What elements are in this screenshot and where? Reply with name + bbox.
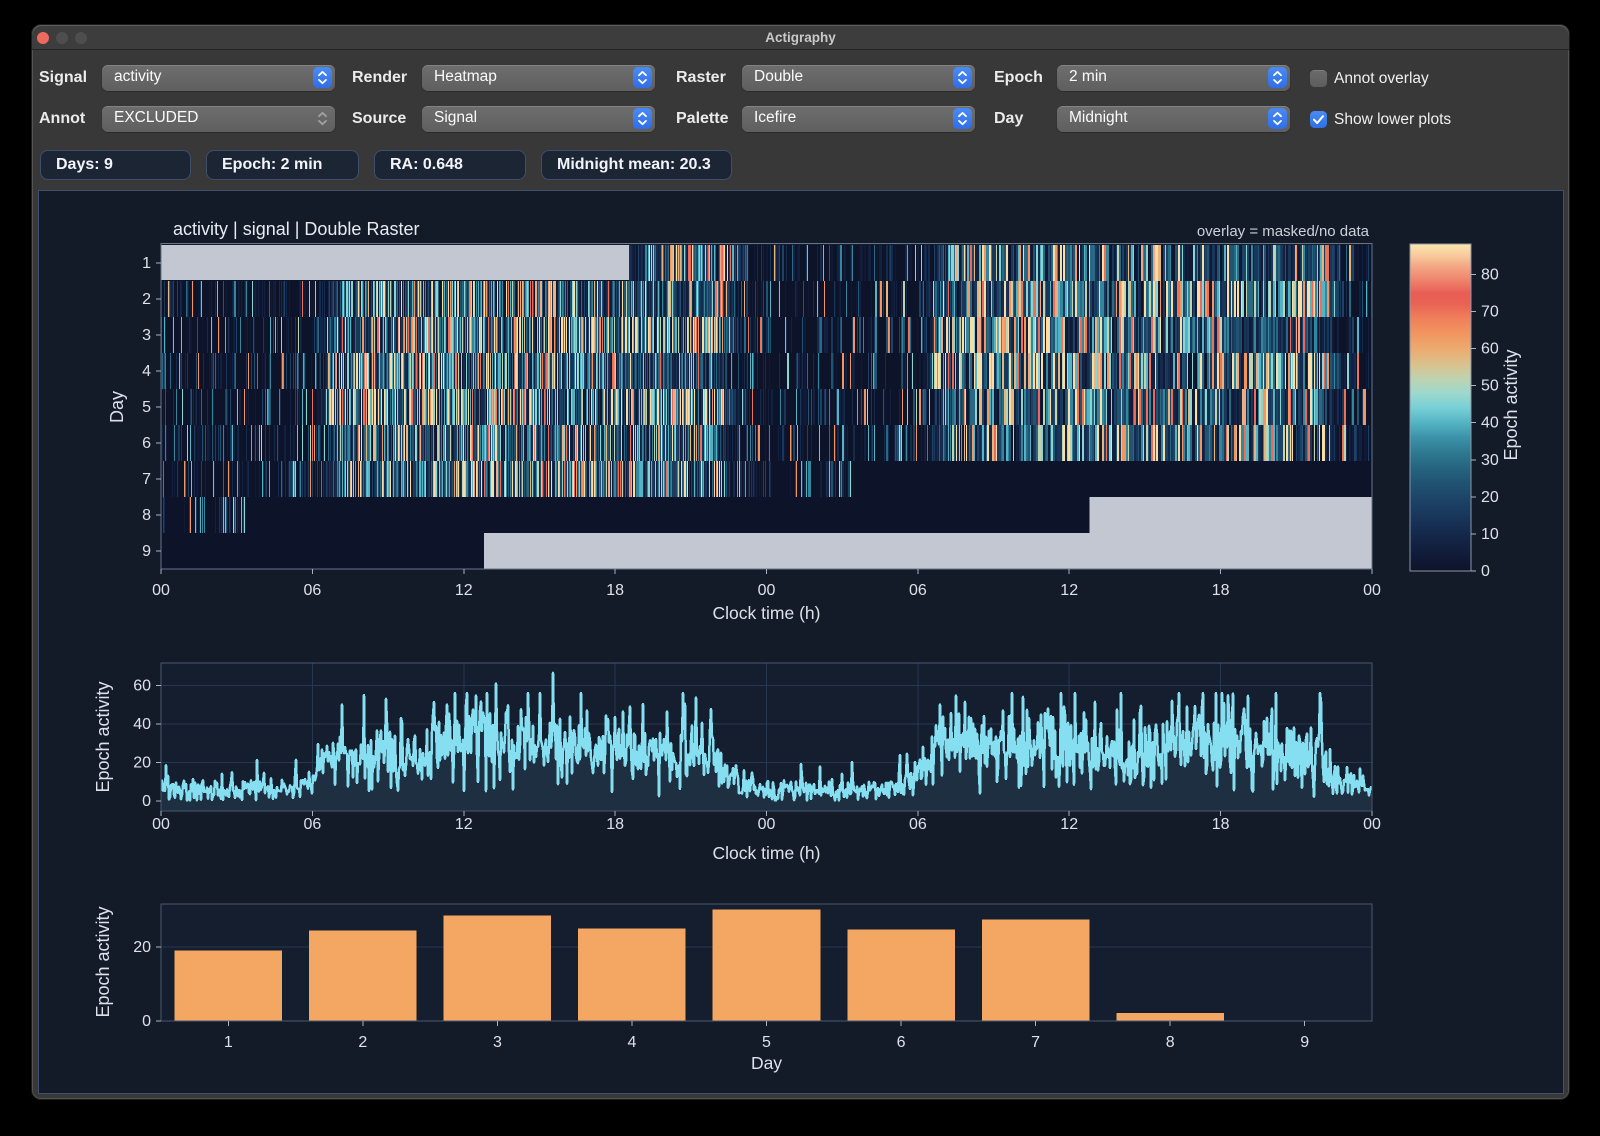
svg-text:0: 0 [142, 1013, 151, 1030]
svg-text:0: 0 [142, 793, 151, 810]
svg-text:50: 50 [1481, 378, 1499, 395]
svg-text:12: 12 [1060, 816, 1078, 833]
svg-text:7: 7 [1031, 1034, 1040, 1051]
svg-text:00: 00 [1363, 582, 1381, 599]
svg-text:6: 6 [142, 435, 151, 452]
svg-text:5: 5 [142, 399, 151, 416]
svg-text:20: 20 [133, 755, 151, 772]
svg-text:3: 3 [493, 1034, 502, 1051]
svg-text:40: 40 [133, 716, 151, 733]
svg-text:18: 18 [606, 816, 624, 833]
svg-text:06: 06 [304, 816, 322, 833]
svg-text:12: 12 [455, 582, 473, 599]
svg-text:20: 20 [133, 939, 151, 956]
svg-text:60: 60 [133, 678, 151, 695]
svg-text:20: 20 [1481, 489, 1499, 506]
svg-text:12: 12 [1060, 582, 1078, 599]
svg-text:7: 7 [142, 471, 151, 488]
svg-text:00: 00 [1363, 816, 1381, 833]
svg-text:4: 4 [627, 1034, 636, 1051]
svg-text:Epoch activity: Epoch activity [93, 906, 113, 1017]
svg-text:6: 6 [897, 1034, 906, 1051]
svg-text:18: 18 [1212, 582, 1230, 599]
svg-text:06: 06 [304, 582, 322, 599]
svg-text:18: 18 [606, 582, 624, 599]
svg-text:12: 12 [455, 816, 473, 833]
svg-text:00: 00 [758, 816, 776, 833]
svg-text:Day: Day [107, 391, 127, 423]
svg-text:80: 80 [1481, 266, 1499, 283]
svg-text:00: 00 [152, 816, 170, 833]
svg-text:9: 9 [1300, 1034, 1309, 1051]
svg-text:Day: Day [751, 1053, 782, 1073]
svg-text:overlay = masked/no data: overlay = masked/no data [1197, 223, 1370, 240]
svg-text:1: 1 [224, 1034, 233, 1051]
svg-text:00: 00 [758, 582, 776, 599]
svg-text:8: 8 [142, 507, 151, 524]
svg-text:Clock time (h): Clock time (h) [713, 843, 821, 863]
svg-text:06: 06 [909, 816, 927, 833]
svg-text:06: 06 [909, 582, 927, 599]
svg-text:9: 9 [142, 543, 151, 560]
svg-text:4: 4 [142, 363, 151, 380]
svg-text:5: 5 [762, 1034, 771, 1051]
svg-text:Epoch activity: Epoch activity [1501, 349, 1521, 460]
svg-text:Clock time (h): Clock time (h) [713, 603, 821, 623]
svg-text:60: 60 [1481, 341, 1499, 358]
svg-text:10: 10 [1481, 526, 1499, 543]
svg-text:2: 2 [142, 291, 151, 308]
svg-text:00: 00 [152, 582, 170, 599]
svg-text:activity | signal | Double Ras: activity | signal | Double Raster [173, 219, 419, 239]
svg-text:1: 1 [142, 255, 151, 272]
svg-text:Epoch activity: Epoch activity [93, 681, 113, 792]
svg-text:0: 0 [1481, 563, 1490, 580]
svg-text:40: 40 [1481, 415, 1499, 432]
svg-text:3: 3 [142, 327, 151, 344]
svg-text:8: 8 [1166, 1034, 1175, 1051]
svg-text:18: 18 [1212, 816, 1230, 833]
svg-text:2: 2 [358, 1034, 367, 1051]
svg-text:70: 70 [1481, 304, 1499, 321]
svg-text:30: 30 [1481, 452, 1499, 469]
